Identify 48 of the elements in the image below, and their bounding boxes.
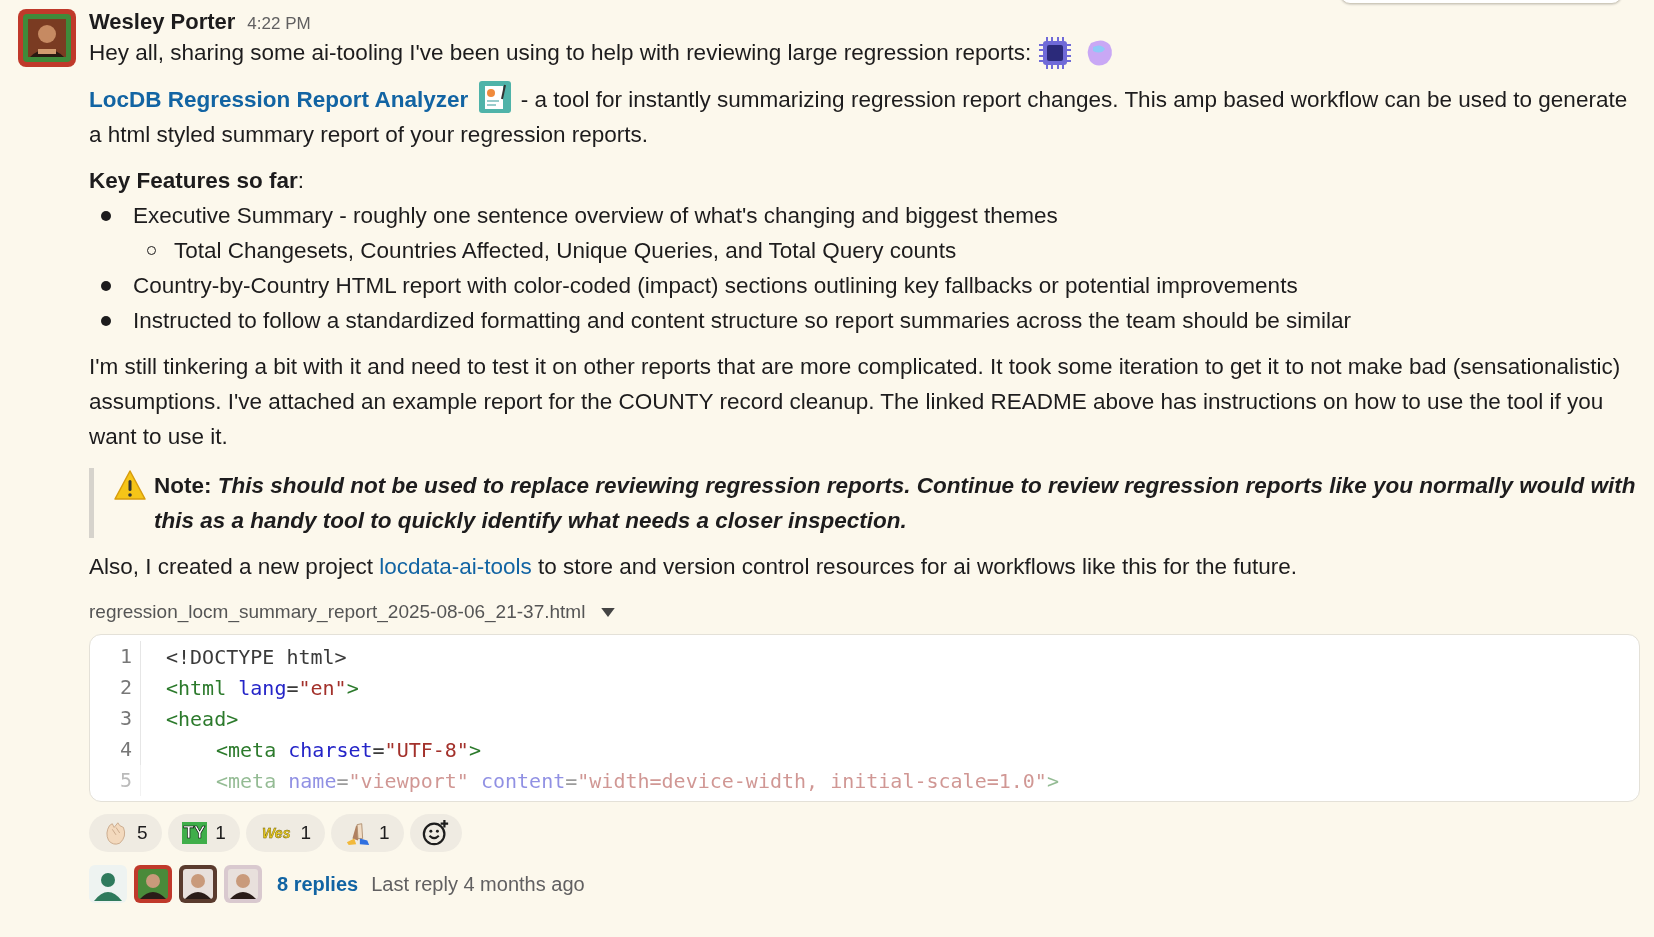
add-emoji-icon (421, 819, 450, 847)
tool-description: LocDB Regression Report Analyzer - a tool for instantly summarizing regression report changes. This amp based workflow can be used to generate a html styled summary report of your regression reports. (89, 81, 1640, 152)
author-name[interactable]: Wesley Porter (89, 9, 236, 35)
reaction-button[interactable]: TY 1 (167, 814, 240, 852)
tool-link[interactable]: LocDB Regression Report Analyzer (89, 87, 469, 112)
chip-icon (1039, 36, 1072, 69)
message-paragraph: Also, I created a new project locdata-ai-tools to store and version control resources for ai workflows like this for the future. (89, 553, 1299, 581)
avatar-icon[interactable] (89, 865, 127, 903)
line-number: 5 (90, 765, 141, 796)
add-reaction-button[interactable] (409, 814, 462, 852)
code-line: <head> (165, 706, 239, 731)
bullet-point (101, 210, 111, 221)
reaction-button[interactable]: Wes 1 (245, 814, 325, 852)
reaction-count: 5 (137, 822, 148, 844)
message-paragraph: I'm still tinkering a bit with it and need to test it on other reports that are more complicated. It took some iteration to get it to not make bad (sensationalistic) assumptions. I've attached an example report for the COUNTY record cleanup. The linked README above has instructions on how to use the tool if you want to use it. (89, 353, 1622, 451)
high-five-icon (345, 820, 371, 846)
reaction-count: 1 (300, 822, 311, 844)
code-line: <meta name="viewport" content="width=device-width, initial-scale=1.0"> (215, 768, 1059, 793)
list-item-text: Instructed to follow a standardized formatting and content structure so report summaries across the team should be similar (133, 307, 1352, 335)
timestamp[interactable]: 4:22 PM (247, 14, 311, 34)
code-line: <html lang="en"> (165, 675, 359, 700)
reaction-count: 1 (215, 822, 226, 844)
chart-document-icon (478, 81, 511, 113)
project-link[interactable]: locdata-ai-tools (379, 554, 532, 579)
reaction-button[interactable]: 1 (331, 814, 404, 852)
line-number: 3 (90, 703, 141, 734)
code-line: <!DOCTYPE html> (165, 644, 347, 669)
code-line: <meta charset="UTF-8"> (215, 737, 481, 762)
line-number: 2 (90, 672, 141, 703)
message-text: Hey all, sharing some ai-tooling I've been using to help with reviewing large regression reports: (89, 39, 1032, 67)
list-item-text: Total Changesets, Countries Affected, Unique Queries, and Total Query counts (174, 237, 957, 265)
file-name[interactable]: regression_locm_summary_report_2025-08-06_21-37.html (89, 601, 586, 623)
section-heading: Key Features so far: (89, 167, 306, 195)
warning-icon (114, 470, 146, 500)
reaction-button[interactable]: 5 (89, 814, 162, 852)
line-number: 4 (90, 734, 141, 765)
emoji-text: Wes (260, 824, 292, 843)
list-item-text: Executive Summary - roughly one sentence overview of what's changing and biggest themes (133, 202, 1058, 230)
note-text: Note: This should not be used to replace reviewing regression reports. Continue to review regression reports like you normally would with this as a handy tool to quickly identify what needs a closer inspection. (154, 472, 1637, 535)
bullet-point (101, 315, 111, 326)
bullet-point (101, 280, 111, 291)
emoji-text: TY (181, 822, 208, 844)
list-item-text: Country-by-Country HTML report with color-coded (impact) sections outlining key fallbacks or potential improvements (133, 272, 1298, 300)
reaction-count: 1 (379, 822, 390, 844)
replies-link[interactable]: 8 replies (277, 872, 359, 896)
caret-icon[interactable] (601, 607, 616, 617)
last-reply-time: Last reply 4 months ago (371, 872, 585, 896)
line-number: 1 (90, 641, 141, 672)
